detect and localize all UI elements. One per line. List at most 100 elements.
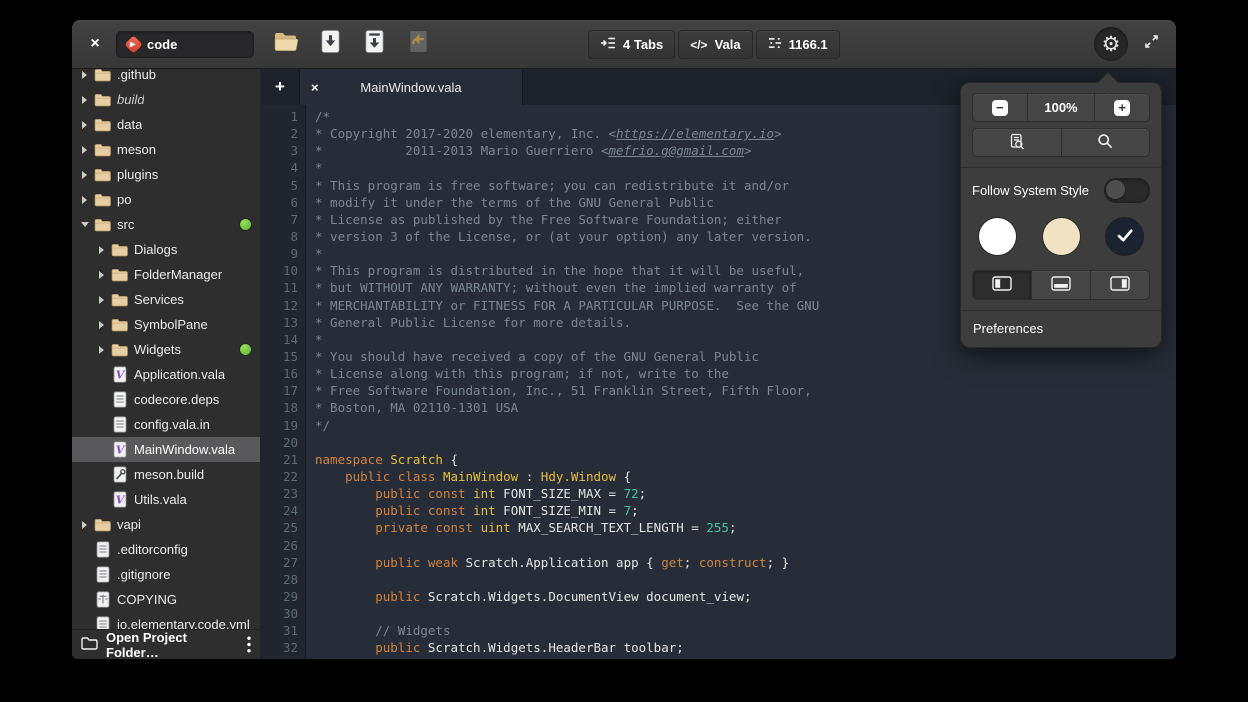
tree-item-widgets[interactable]: Widgets <box>72 337 260 362</box>
close-icon: × <box>90 35 99 53</box>
new-tab-button[interactable]: + <box>261 69 299 105</box>
project-chip[interactable]: code <box>116 31 254 58</box>
tree-item-mainwindow-vala[interactable]: VMainWindow.vala <box>72 437 260 462</box>
build-icon <box>111 466 128 483</box>
zoom-level-button[interactable]: 100% <box>1027 93 1096 122</box>
expander-collapsed-icon[interactable] <box>77 196 92 204</box>
layout-sidebar-left-button[interactable] <box>972 270 1032 300</box>
code-line-24: public const int FONT_SIZE_MIN = 7; <box>315 502 1176 519</box>
goto-line-button[interactable]: 1166.1 <box>756 30 840 59</box>
tree-item-config-vala-in[interactable]: config.vala.in <box>72 412 260 437</box>
fullscreen-button[interactable] <box>1136 29 1166 59</box>
tree-item-io-elementary-code-yml[interactable]: io.elementary.code.yml <box>72 612 260 629</box>
folder-icon <box>94 116 111 133</box>
tree-item-foldermanager[interactable]: FolderManager <box>72 262 260 287</box>
zoom-out-button[interactable]: − <box>972 93 1028 122</box>
find-button[interactable] <box>1061 128 1151 157</box>
open-project-folder-button[interactable]: Open Project Folder… <box>72 629 260 659</box>
tree-item-symbolpane[interactable]: SymbolPane <box>72 312 260 337</box>
tree-item-vapi[interactable]: vapi <box>72 512 260 537</box>
line-number: 4 <box>261 159 298 176</box>
tree-item-label: data <box>117 117 142 132</box>
layout-sidebar-right-button[interactable] <box>1090 270 1150 300</box>
code-line-27: public weak Scratch.Application app { ge… <box>315 554 1176 571</box>
language-button[interactable]: </> Vala <box>678 30 752 59</box>
expander-collapsed-icon[interactable] <box>77 96 92 104</box>
tree-item-services[interactable]: Services <box>72 287 260 312</box>
folder-icon <box>94 516 111 533</box>
history-icon <box>407 29 430 59</box>
tab-overview-button[interactable]: 4 Tabs <box>588 30 675 59</box>
line-number: 10 <box>261 262 298 279</box>
find-in-project-button[interactable] <box>972 128 1062 157</box>
expander-collapsed-icon[interactable] <box>94 271 109 279</box>
line-number: 7 <box>261 211 298 228</box>
expander-collapsed-icon[interactable] <box>94 296 109 304</box>
style-dark-swatch[interactable] <box>1106 218 1143 255</box>
layout-panel-bottom-icon <box>1051 276 1071 294</box>
tree-item-meson-build[interactable]: meson.build <box>72 462 260 487</box>
toggle-knob <box>1106 180 1125 199</box>
tree-item-codecore-deps[interactable]: codecore.deps <box>72 387 260 412</box>
layout-sidebar-right-icon <box>1110 276 1130 294</box>
save-icon <box>320 29 341 59</box>
tab-count-label: 4 Tabs <box>623 37 663 52</box>
line-number: 26 <box>261 537 298 554</box>
kebab-menu-icon <box>247 636 251 653</box>
tree-item-copying[interactable]: COPYING <box>72 587 260 612</box>
tree-item-label: meson <box>117 142 156 157</box>
window-close-button[interactable]: × <box>82 31 108 57</box>
tree-item--github[interactable]: .github <box>72 62 260 87</box>
text-icon <box>94 566 111 583</box>
tab-mainwindow-vala[interactable]: × MainWindow.vala <box>299 69 523 105</box>
expander-collapsed-icon[interactable] <box>94 346 109 354</box>
tree-item-data[interactable]: data <box>72 112 260 137</box>
expander-collapsed-icon[interactable] <box>77 171 92 179</box>
tree-item-plugins[interactable]: plugins <box>72 162 260 187</box>
style-swatches <box>979 218 1143 255</box>
close-icon: × <box>311 80 319 95</box>
expander-collapsed-icon[interactable] <box>77 521 92 529</box>
tree-item-label: MainWindow.vala <box>134 442 235 457</box>
folder-icon <box>94 191 111 208</box>
text-icon <box>111 416 128 433</box>
expander-collapsed-icon[interactable] <box>94 246 109 254</box>
follow-system-style-toggle[interactable] <box>1104 178 1150 203</box>
tree-item-utils-vala[interactable]: VUtils.vala <box>72 487 260 512</box>
project-menu-button[interactable] <box>247 636 251 653</box>
settings-menu-button[interactable]: ⚙ <box>1094 27 1128 61</box>
expander-collapsed-icon[interactable] <box>77 71 92 79</box>
tree-item-build[interactable]: build <box>72 87 260 112</box>
tree-item--editorconfig[interactable]: .editorconfig <box>72 537 260 562</box>
code-line-21: namespace Scratch { <box>315 451 1176 468</box>
preferences-menu-item[interactable]: Preferences <box>961 311 1161 347</box>
line-number: 24 <box>261 502 298 519</box>
zoom-in-button[interactable]: + <box>1094 93 1150 122</box>
style-sepia-swatch[interactable] <box>1043 218 1080 255</box>
line-number: 8 <box>261 228 298 245</box>
save-file-button[interactable] <box>314 28 346 60</box>
style-light-swatch[interactable] <box>979 218 1016 255</box>
tree-item-label: plugins <box>117 167 158 182</box>
tree-item-dialogs[interactable]: Dialogs <box>72 237 260 262</box>
expander-collapsed-icon[interactable] <box>77 121 92 129</box>
tree-item-meson[interactable]: meson <box>72 137 260 162</box>
expander-collapsed-icon[interactable] <box>77 146 92 154</box>
expander-expanded-icon[interactable] <box>77 222 92 227</box>
tree-item-label: Utils.vala <box>134 492 187 507</box>
expander-collapsed-icon[interactable] <box>94 321 109 329</box>
layout-panel-bottom-button[interactable] <box>1031 270 1091 300</box>
save-as-button[interactable] <box>358 28 390 60</box>
line-number: 12 <box>261 297 298 314</box>
tree-item-po[interactable]: po <box>72 187 260 212</box>
tree-item--gitignore[interactable]: .gitignore <box>72 562 260 587</box>
preferences-label: Preferences <box>973 321 1043 336</box>
tab-close-button[interactable]: × <box>311 80 319 95</box>
tree-item-label: .github <box>117 67 156 82</box>
app-window: × code <box>72 20 1176 659</box>
code-line-32: public Scratch.Widgets.HeaderBar toolbar… <box>315 639 1176 656</box>
tree-item-application-vala[interactable]: VApplication.vala <box>72 362 260 387</box>
open-file-button[interactable] <box>270 28 302 60</box>
tree-item-src[interactable]: src <box>72 212 260 237</box>
code-line-26 <box>315 537 1176 554</box>
